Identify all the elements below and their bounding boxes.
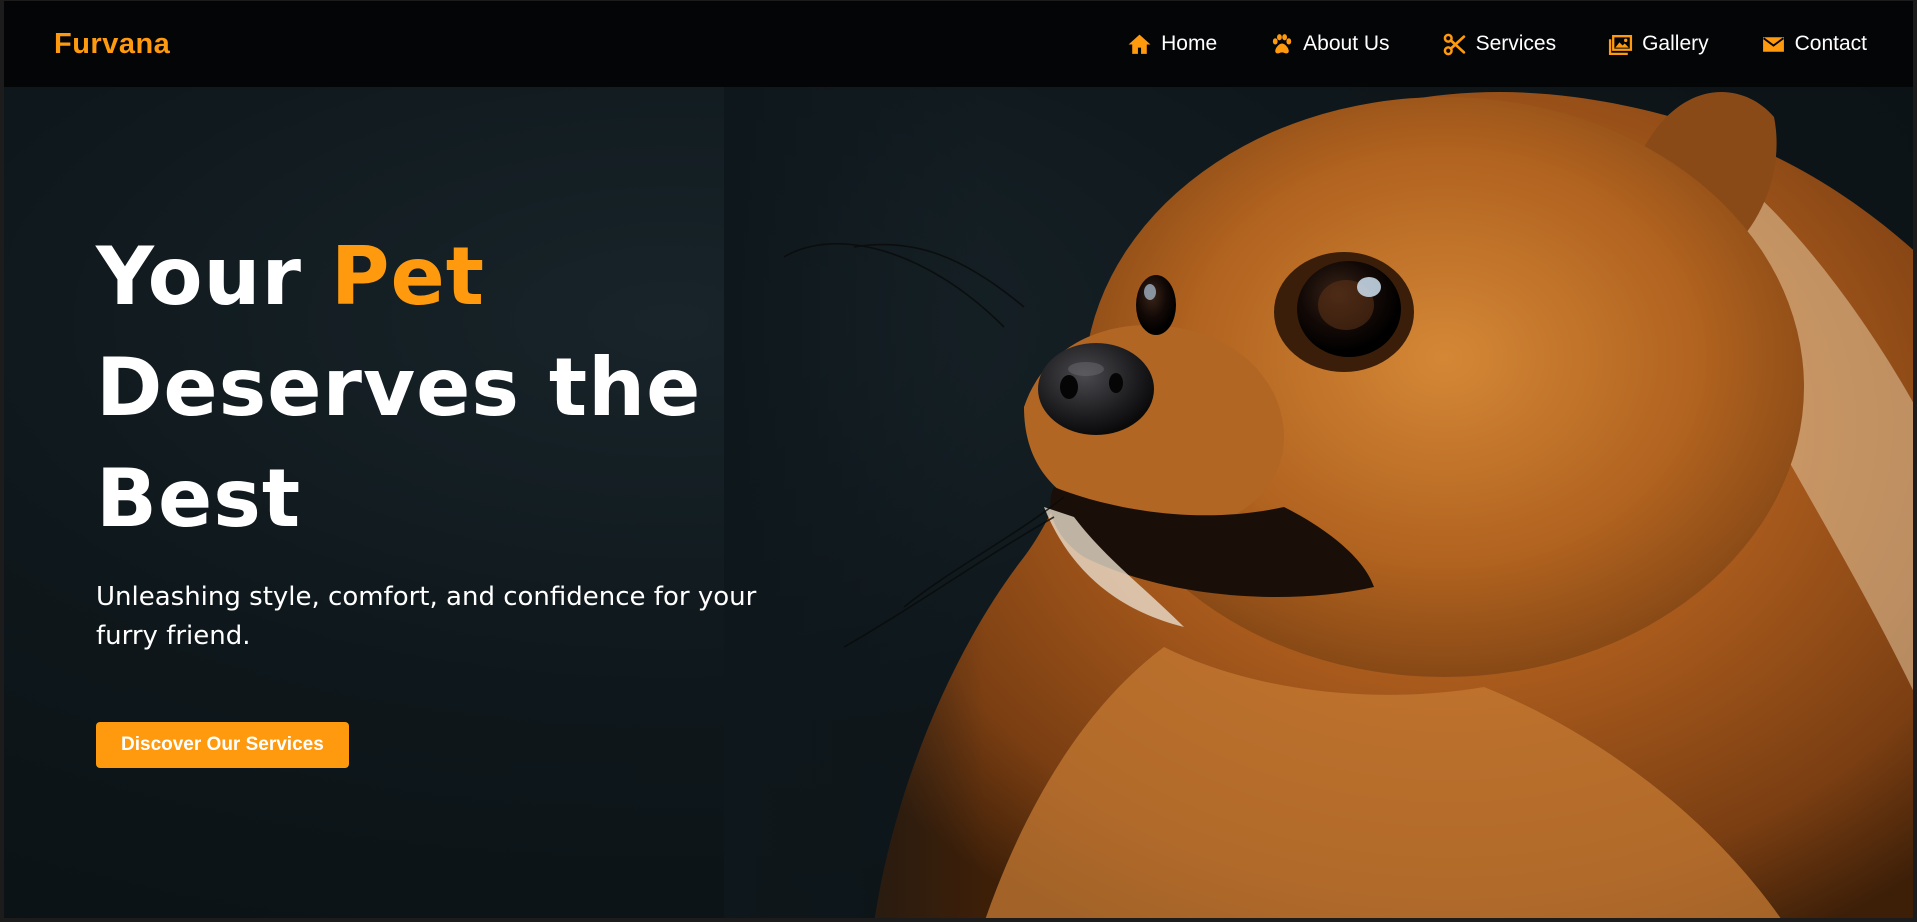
nav-item-gallery[interactable]: Gallery — [1608, 32, 1709, 57]
hero-title-accent: Pet — [330, 230, 485, 323]
pomeranian-dog-photo — [724, 87, 1913, 918]
nav-item-about-us[interactable]: About Us — [1269, 32, 1390, 57]
nav-item-services[interactable]: Services — [1442, 32, 1557, 57]
scissors-icon — [1443, 33, 1465, 55]
nav-item-contact[interactable]: Contact — [1761, 32, 1867, 57]
nav-links: Home About Us Services Gallery Contact — [1127, 32, 1867, 57]
landing-page: Furvana Home About Us Services Gallery C… — [0, 0, 1917, 922]
hero-title-line2: Deserves the — [96, 341, 702, 434]
navbar: Furvana Home About Us Services Gallery C… — [4, 1, 1913, 87]
hero-title-line3: Best — [96, 452, 302, 545]
gallery-icon — [1609, 34, 1633, 55]
nav-item-label: Home — [1161, 32, 1218, 55]
hero-title: Your Pet Deserves the Best — [96, 221, 796, 554]
brand-logo[interactable]: Furvana — [54, 28, 170, 61]
nav-item-label: About Us — [1303, 32, 1390, 55]
nav-item-label: Services — [1475, 32, 1557, 55]
nav-item-label: Contact — [1794, 32, 1867, 55]
hero-subtitle: Unleashing style, comfort, and confidenc… — [96, 582, 757, 651]
envelope-icon — [1762, 36, 1784, 52]
nav-item-label: Gallery — [1642, 32, 1709, 55]
home-icon — [1128, 34, 1151, 54]
discover-services-button[interactable]: Discover Our Services — [96, 722, 349, 768]
hero-title-prefix: Your — [96, 230, 331, 323]
nav-item-home[interactable]: Home — [1127, 32, 1217, 57]
hero-section: Your Pet Deserves the Best Unleashing st… — [96, 221, 796, 768]
paw-icon — [1273, 33, 1292, 53]
